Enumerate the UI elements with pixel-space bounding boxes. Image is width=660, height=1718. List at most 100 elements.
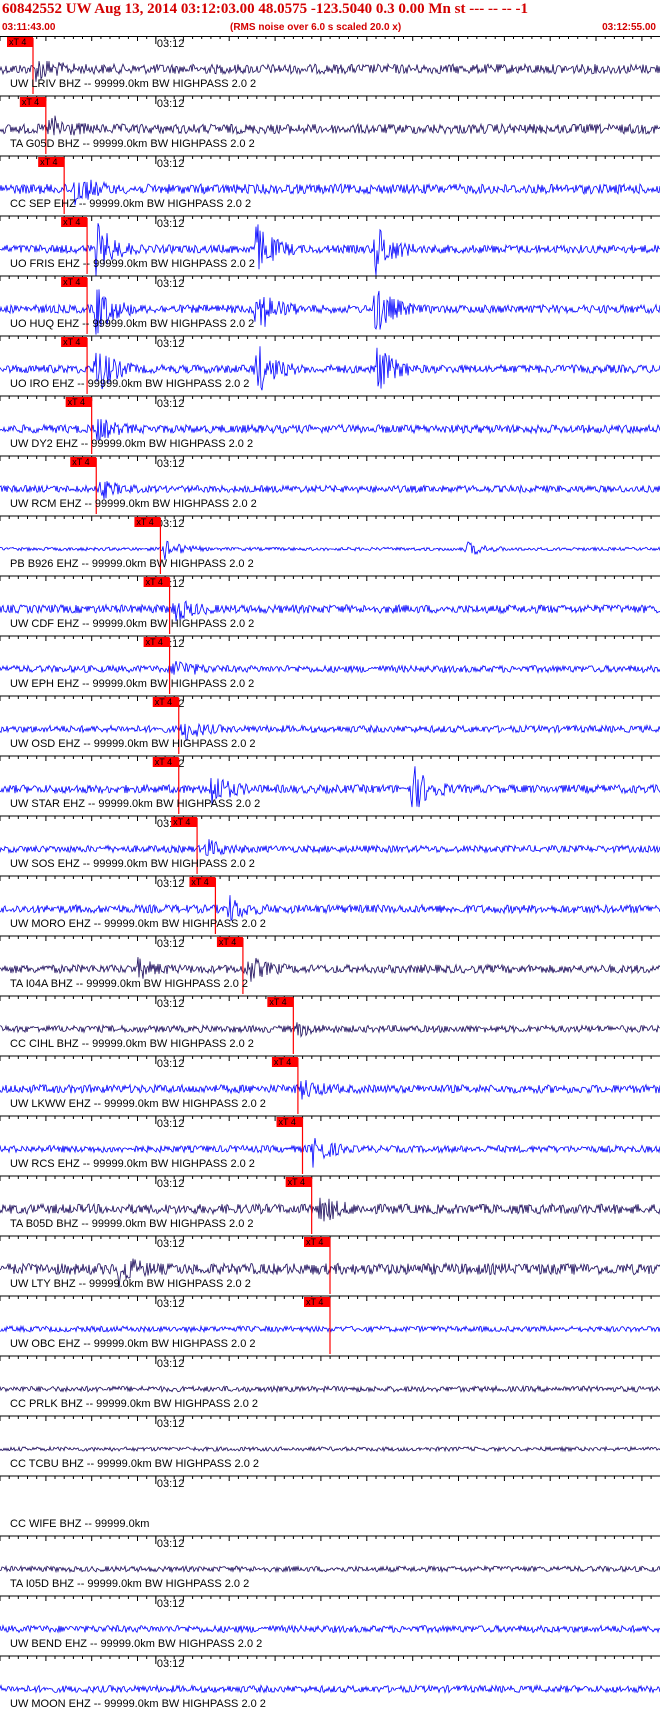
station-row: 03:12 xT 4 UW RCS EHZ -- 99999.0km BW HIGH… (0, 1115, 660, 1174)
minute-mark-label: 03:12 (157, 1238, 185, 1250)
station-label: UW RCM EHZ -- 99999.0km BW HIGHPASS 2.0 … (10, 498, 257, 510)
station-label: UW CDF EHZ -- 99999.0km BW HIGHPASS 2.0 … (10, 618, 254, 630)
station-row: 03:12 xT 4 CC CIHL BHZ -- 99999.0km BW HIG… (0, 995, 660, 1054)
seismogram-plot: 03:12 xT 4 UW LRIV BHZ -- 99999.0km BW HIG… (0, 36, 660, 1710)
waveform (0, 1080, 660, 1100)
minute-mark-label: 03:12 (157, 1298, 185, 1310)
start-time-label: 03:11:43.00 (2, 22, 56, 33)
station-label: CC TCBU BHZ -- 99999.0km BW HIGHPASS 2.0… (10, 1458, 259, 1470)
station-label: UW LRIV BHZ -- 99999.0km BW HIGHPASS 2.0… (10, 78, 256, 90)
waveform (0, 1683, 660, 1694)
pick-label: xT 4 (63, 217, 80, 227)
pick-label: xT 4 (155, 757, 172, 767)
station-row: 03:12xT 4UW SOS EHZ -- 99999.0km BW HIGH… (0, 815, 660, 874)
station-label: UO FRIS EHZ -- 99999.0km BW HIGHPASS 2.0… (10, 258, 255, 270)
minute-mark-label: 03:12 (157, 1478, 185, 1490)
pick-label: xT 4 (136, 517, 153, 527)
minute-mark-label: 03:12 (157, 98, 185, 110)
station-label: TA I04A BHZ -- 99999.0km BW HIGHPASS 2.0… (10, 978, 248, 990)
station-label: UW MORO EHZ -- 99999.0km BW HIGHPASS 2.0… (10, 918, 266, 930)
station-label: UW OSD EHZ -- 99999.0km BW HIGHPASS 2.0 … (10, 738, 256, 750)
minute-mark-label: 03:12 (157, 398, 185, 410)
station-row: 03:12 CC WIFE BHZ -- 99999.0km (0, 1475, 660, 1530)
plot-header: 60842552 UW Aug 13, 2014 03:12:03.00 48.… (0, 0, 660, 37)
pick-label: xT 4 (288, 1177, 305, 1187)
minute-mark-label: 03:12 (157, 218, 185, 230)
waveform (0, 481, 660, 500)
station-label: PB B926 EHZ -- 99999.0km BW HIGHPASS 2.0… (10, 558, 254, 570)
pick-label: xT 4 (191, 877, 208, 887)
station-row: 03:12xT 4UW EPH EHZ -- 99999.0km BW HIGH… (0, 635, 660, 694)
waveform (0, 839, 660, 856)
station-row: 03:12 xT 4 UO FRIS EHZ -- 99999.0km BW HIG… (0, 215, 660, 277)
pick-label: xT 4 (173, 817, 190, 827)
minute-mark-label: 03:12 (157, 1538, 185, 1550)
station-row: 03:12 CC PRLK BHZ -- 99999.0km BW HIGHPAS… (0, 1355, 660, 1410)
station-row: 03:12 xT 4 UW OBC EHZ -- 99999.0km BW HIGH… (0, 1295, 660, 1354)
station-label: UW DY2 EHZ -- 99999.0km BW HIGHPASS 2.0 … (10, 438, 253, 450)
minute-mark-label: 03:12 (157, 158, 185, 170)
pick-label: xT 4 (274, 1057, 291, 1067)
minute-mark-label: 03:12 (157, 1598, 185, 1610)
pick-label: xT 4 (22, 97, 39, 107)
station-label: TA I05D BHZ -- 99999.0km BW HIGHPASS 2.0… (10, 1578, 249, 1590)
station-label: UW RCS EHZ -- 99999.0km BW HIGHPASS 2.0 … (10, 1158, 255, 1170)
waveform (0, 895, 660, 922)
minute-mark-label: 03:12 (157, 878, 185, 890)
station-label: UW MOON EHZ -- 99999.0km BW HIGHPASS 2.0… (10, 1698, 266, 1710)
minute-mark-label: 03:12 (157, 938, 185, 950)
station-row: 03:12 TA I05D BHZ -- 99999.0km BW HIGHPAS… (0, 1535, 660, 1590)
station-label: CC CIHL BHZ -- 99999.0km BW HIGHPASS 2.0… (10, 1038, 254, 1050)
waveform (0, 1384, 660, 1394)
station-label: UW EPH EHZ -- 99999.0km BW HIGHPASS 2.0 … (10, 678, 254, 690)
station-row: 03:12xT 4UW STAR EHZ -- 99999.0km BW HIG… (0, 755, 660, 814)
station-row: 03:12 xT 4 CC SEP EHZ -- 99999.0km BW HIGH… (0, 155, 660, 214)
station-row: 03:12 CC TCBU BHZ -- 99999.0km BW HIGHPAS… (0, 1415, 660, 1470)
waveform (0, 661, 660, 675)
station-label: CC PRLK BHZ -- 99999.0km BW HIGHPASS 2.0… (10, 1398, 258, 1410)
station-label: UW OBC EHZ -- 99999.0km BW HIGHPASS 2.0 … (10, 1338, 256, 1350)
rms-note: (RMS noise over 6.0 s scaled 20.0 x) (230, 22, 402, 33)
station-label: UW BEND EHZ -- 99999.0km BW HIGHPASS 2.0… (10, 1638, 262, 1650)
station-label: UW LTY BHZ -- 99999.0km BW HIGHPASS 2.0 … (10, 1278, 251, 1290)
station-label: CC SEP EHZ -- 99999.0km BW HIGHPASS 2.0 … (10, 198, 251, 210)
minute-mark-label: 03:12 (157, 338, 185, 350)
pick-label: xT 4 (306, 1297, 323, 1307)
end-time-label: 03:12:55.00 (602, 22, 656, 33)
station-row: 03:12xT 4UW OSD EHZ -- 99999.0km BW HIGH… (0, 695, 660, 754)
minute-mark-label: 03:12 (157, 1418, 185, 1430)
minute-mark-label: 03:12 (157, 38, 185, 50)
minute-mark-label: 03:12 (157, 1358, 185, 1370)
waveform (0, 1624, 660, 1634)
station-label: TA B05D BHZ -- 99999.0km BW HIGHPASS 2.0… (10, 1218, 254, 1230)
station-row: 03:12 xT 4 UW DY2 EHZ -- 99999.0km BW HIGH… (0, 395, 660, 454)
pick-label: xT 4 (146, 577, 163, 587)
station-label: UO HUQ EHZ -- 99999.0km BW HIGHPASS 2.0 … (10, 318, 254, 330)
station-label: UW LKWW EHZ -- 99999.0km BW HIGHPASS 2.0… (10, 1098, 266, 1110)
waveform (0, 1445, 660, 1453)
station-row: 03:12 UW MOON EHZ -- 99999.0km BW HIGHPAS… (0, 1655, 660, 1710)
station-row: 03:12 xT 4 UW LRIV BHZ -- 99999.0km BW HIG… (0, 36, 660, 94)
station-row: 03:12 xT 4 UW LTY BHZ -- 99999.0km BW HIGH… (0, 1235, 660, 1294)
pick-label: xT 4 (63, 277, 80, 287)
minute-mark-label: 03:12 (157, 1058, 185, 1070)
station-label: CC WIFE BHZ -- 99999.0km (10, 1518, 149, 1530)
pick-label: xT 4 (63, 337, 80, 347)
station-row: 03:12 xT 4 TA I04A BHZ -- 99999.0km BW HIG… (0, 935, 660, 994)
pick-label: xT 4 (219, 937, 236, 947)
station-label: TA G05D BHZ -- 99999.0km BW HIGHPASS 2.0… (10, 138, 255, 150)
minute-mark-label: 03:12 (157, 278, 185, 290)
station-row: 03:12xT 4PB B926 EHZ -- 99999.0km BW HIG… (0, 515, 660, 574)
minute-mark-label: 03:12 (157, 1178, 185, 1190)
waveform (0, 115, 660, 136)
station-row: 03:12 xT 4 UW RCM EHZ -- 99999.0km BW HIGH… (0, 455, 660, 514)
station-row: 03:12xT 4UW CDF EHZ -- 99999.0km BW HIGH… (0, 575, 660, 634)
pick-label: xT 4 (269, 997, 286, 1007)
station-row: 03:12 UW BEND EHZ -- 99999.0km BW HIGHPAS… (0, 1595, 660, 1650)
pick-label: xT 4 (146, 637, 163, 647)
minute-mark-label: 03:12 (157, 1658, 185, 1670)
station-row: 03:12 xT 4 UW LKWW EHZ -- 99999.0km BW HIG… (0, 1055, 660, 1114)
pick-label: xT 4 (40, 157, 57, 167)
station-row: 03:12 xT 4 TA G05D BHZ -- 99999.0km BW HIG… (0, 95, 660, 154)
pick-label: xT 4 (155, 697, 172, 707)
